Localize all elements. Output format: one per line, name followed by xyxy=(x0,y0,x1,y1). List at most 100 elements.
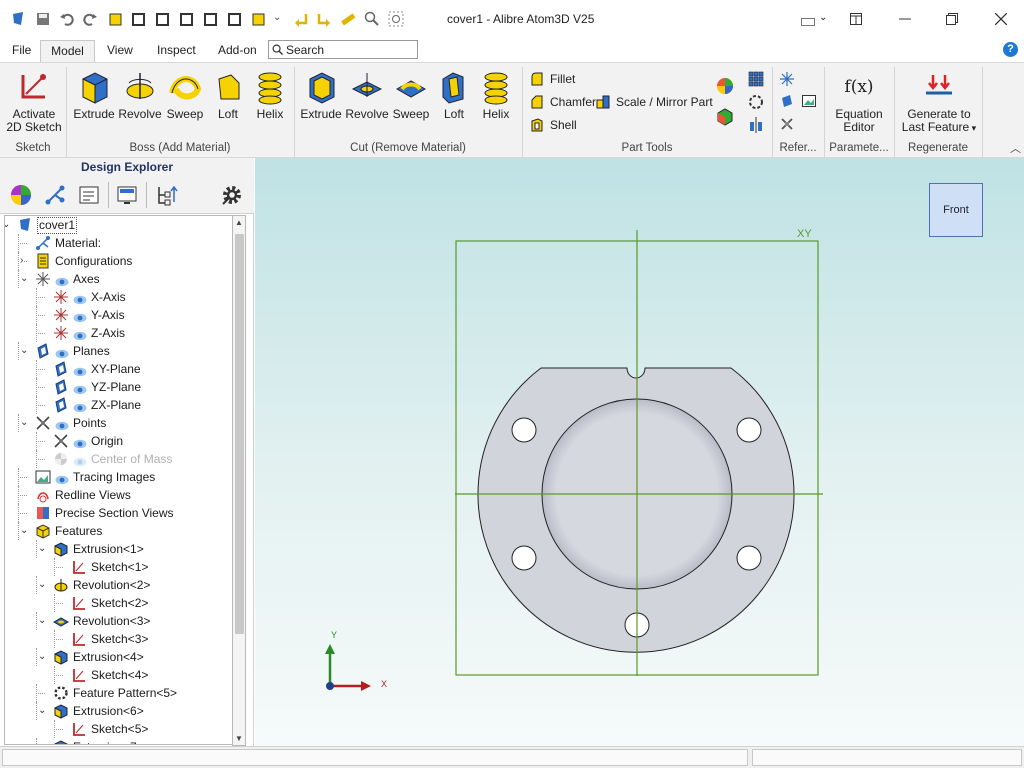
minimize-icon[interactable] xyxy=(899,18,911,20)
tree-item-zx-plane[interactable]: ZX-Plane xyxy=(5,396,232,414)
zoom-icon[interactable] xyxy=(364,11,380,27)
settings-gear-icon[interactable] xyxy=(220,183,244,207)
mirror-icon[interactable] xyxy=(748,117,764,133)
tree-item-yz-plane[interactable]: YZ-Plane xyxy=(5,378,232,396)
expand-chevron-icon[interactable]: ⌄ xyxy=(38,612,47,630)
view-right-icon[interactable] xyxy=(179,11,195,27)
tab-model[interactable]: Model xyxy=(40,40,95,62)
cut-helix-button[interactable]: Helix xyxy=(474,69,518,121)
cut-sweep-button[interactable]: Sweep xyxy=(389,69,433,121)
appearance-wheel-icon[interactable] xyxy=(10,184,32,206)
properties-icon[interactable] xyxy=(78,184,100,206)
ribbon-display-icon[interactable] xyxy=(850,13,862,25)
redo-icon[interactable] xyxy=(82,11,98,27)
cut-loft-button[interactable]: Loft xyxy=(432,69,476,121)
tree-item-sketch-2[interactable]: Sketch<2> xyxy=(5,594,232,612)
tree-item-feature-pattern-5[interactable]: Feature Pattern<5> xyxy=(5,684,232,702)
reference-axis-icon[interactable] xyxy=(780,72,794,86)
tree-item-axes[interactable]: ⌄ Axes xyxy=(5,270,232,288)
regenerate-dropdown-icon[interactable]: ▾ xyxy=(969,123,977,133)
tree-item-revolution-3[interactable]: ⌄ Revolution<3> xyxy=(5,612,232,630)
color-wheel-icon[interactable] xyxy=(716,77,734,95)
tree-item-redline-views[interactable]: Redline Views xyxy=(5,486,232,504)
undo-icon[interactable] xyxy=(59,11,75,27)
tab-view[interactable]: View xyxy=(101,40,139,62)
tree-item-extrusion-6[interactable]: ⌄ Extrusion<6> xyxy=(5,702,232,720)
circular-pattern-icon[interactable] xyxy=(748,94,764,110)
tree-item-extrusion-4[interactable]: ⌄ Extrusion<4> xyxy=(5,648,232,666)
tab-file[interactable]: File xyxy=(6,40,37,62)
tree-item-z-axis[interactable]: Z-Axis xyxy=(5,324,232,342)
help-icon[interactable]: ? xyxy=(1003,42,1018,57)
expand-chevron-icon[interactable]: ⌄ xyxy=(20,522,29,540)
reference-point-icon[interactable] xyxy=(780,117,794,131)
arrow-back-icon[interactable] xyxy=(293,11,309,27)
close-icon[interactable] xyxy=(995,13,1007,25)
tree-sort-icon[interactable] xyxy=(156,184,178,206)
tree-item-sketch-5[interactable]: Sketch<5> xyxy=(5,720,232,738)
tree-item-precise-section-views[interactable]: Precise Section Views xyxy=(5,504,232,522)
dependencies-icon[interactable] xyxy=(44,184,66,206)
tree-item-cover1[interactable]: ⌄ cover1 xyxy=(5,216,232,234)
scroll-thumb[interactable] xyxy=(235,234,244,634)
tree-item-center-of-mass[interactable]: Center of Mass xyxy=(5,450,232,468)
view-top-icon[interactable] xyxy=(155,11,171,27)
tree-item-points[interactable]: ⌄ Points xyxy=(5,414,232,432)
tree-item-y-axis[interactable]: Y-Axis xyxy=(5,306,232,324)
quick-access-dropdown-icon[interactable]: ⌄ xyxy=(273,12,281,23)
display-mode-dropdown-icon[interactable]: ⌄ xyxy=(819,12,827,23)
tree-item-origin[interactable]: Origin xyxy=(5,432,232,450)
expand-chevron-icon[interactable]: ⌄ xyxy=(5,216,11,234)
tree-item-extrusion-7[interactable]: ⌄ Extrusion<7> xyxy=(5,738,232,744)
tree-item-material[interactable]: Material: xyxy=(5,234,232,252)
save-icon[interactable] xyxy=(35,11,51,27)
tree-item-configurations[interactable]: › Configurations xyxy=(5,252,232,270)
expand-chevron-icon[interactable]: ⌄ xyxy=(38,702,47,720)
tree-item-sketch-4[interactable]: Sketch<4> xyxy=(5,666,232,684)
boss-sweep-button[interactable]: Sweep xyxy=(163,69,207,121)
tree-item-planes[interactable]: ⌄ Planes xyxy=(5,342,232,360)
fillet-button[interactable]: Fillet xyxy=(530,70,575,88)
expand-chevron-icon[interactable]: ⌄ xyxy=(38,540,47,558)
screenshot-icon[interactable] xyxy=(116,184,138,206)
view-shaded-icon[interactable] xyxy=(251,11,267,27)
scale-mirror-part-button[interactable]: Scale / Mirror Part xyxy=(596,93,713,111)
material-cube-icon[interactable] xyxy=(716,108,734,126)
boss-helix-button[interactable]: Helix xyxy=(248,69,292,121)
scroll-down-icon[interactable]: ▼ xyxy=(235,734,243,743)
view-front-icon[interactable] xyxy=(131,11,147,27)
boss-extrude-button[interactable]: Extrude xyxy=(72,69,116,121)
measure-icon[interactable] xyxy=(340,11,356,27)
cut-extrude-button[interactable]: Extrude xyxy=(299,69,343,121)
zoom-window-icon[interactable] xyxy=(388,11,404,27)
expand-chevron-icon[interactable]: ⌄ xyxy=(20,414,29,432)
boss-loft-button[interactable]: Loft xyxy=(206,69,250,121)
tree-item-xy-plane[interactable]: XY-Plane xyxy=(5,360,232,378)
tree-item-tracing-images[interactable]: Tracing Images xyxy=(5,468,232,486)
tree-item-x-axis[interactable]: X-Axis xyxy=(5,288,232,306)
tab-inspect[interactable]: Inspect xyxy=(151,40,202,62)
activate-2d-sketch-button[interactable]: Activate 2D Sketch xyxy=(4,69,64,134)
tab-add-on[interactable]: Add-on xyxy=(212,40,263,62)
expand-chevron-icon[interactable]: ⌄ xyxy=(20,342,29,360)
view-back-icon[interactable] xyxy=(227,11,243,27)
generate-to-last-feature-button[interactable]: Generate to Last Feature ▾ xyxy=(898,69,980,135)
view-cube-icon[interactable] xyxy=(108,11,124,27)
tracing-image-icon[interactable] xyxy=(802,94,816,108)
tree-item-extrusion-1[interactable]: ⌄ Extrusion<1> xyxy=(5,540,232,558)
display-mode-icon[interactable] xyxy=(801,18,815,26)
equation-editor-button[interactable]: f(x) Equation Editor xyxy=(830,69,888,134)
search-input[interactable]: Search xyxy=(268,40,418,59)
tree-item-sketch-3[interactable]: Sketch<3> xyxy=(5,630,232,648)
cut-revolve-button[interactable]: Revolve xyxy=(345,69,389,121)
pattern-grid-icon[interactable] xyxy=(748,71,764,87)
expand-chevron-icon[interactable]: ⌄ xyxy=(38,576,47,594)
tree-item-features[interactable]: ⌄ Features xyxy=(5,522,232,540)
tree-scrollbar[interactable]: ▲ ▼ xyxy=(232,215,246,746)
scroll-up-icon[interactable]: ▲ xyxy=(235,218,243,227)
expand-chevron-icon[interactable]: ⌄ xyxy=(38,738,47,744)
boss-revolve-button[interactable]: Revolve xyxy=(118,69,162,121)
collapse-ribbon-icon[interactable]: ︿ xyxy=(1010,140,1021,156)
chamfer-button[interactable]: Chamfer xyxy=(530,93,596,111)
tree-item-revolution-2[interactable]: ⌄ Revolution<2> xyxy=(5,576,232,594)
